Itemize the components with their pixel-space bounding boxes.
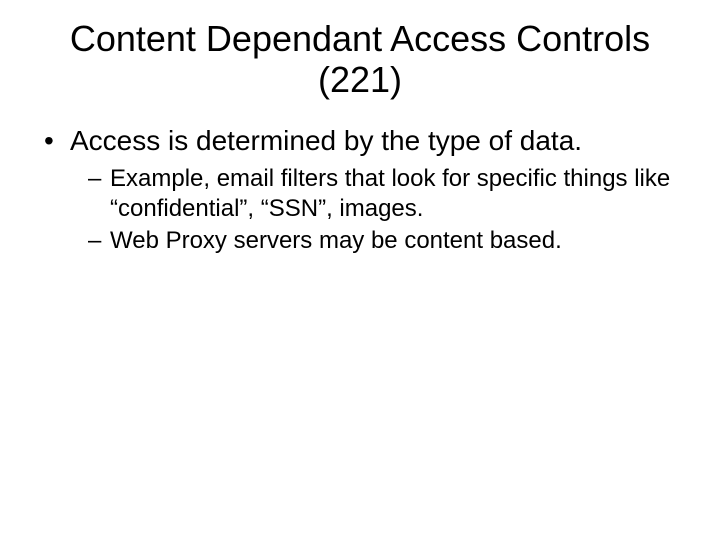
list-item-text: Web Proxy servers may be content based.: [110, 227, 562, 254]
list-item: Access is determined by the type of data…: [36, 123, 684, 256]
sub-bullet-list: Example, email filters that look for spe…: [70, 164, 684, 256]
list-item-text: Example, email filters that look for spe…: [110, 165, 670, 222]
bullet-list: Access is determined by the type of data…: [36, 123, 684, 256]
list-item-text: Access is determined by the type of data…: [70, 125, 582, 156]
slide: Content Dependant Access Controls (221) …: [0, 0, 720, 540]
slide-title: Content Dependant Access Controls (221): [36, 18, 684, 101]
list-item: Example, email filters that look for spe…: [70, 164, 684, 224]
list-item: Web Proxy servers may be content based.: [70, 226, 684, 256]
